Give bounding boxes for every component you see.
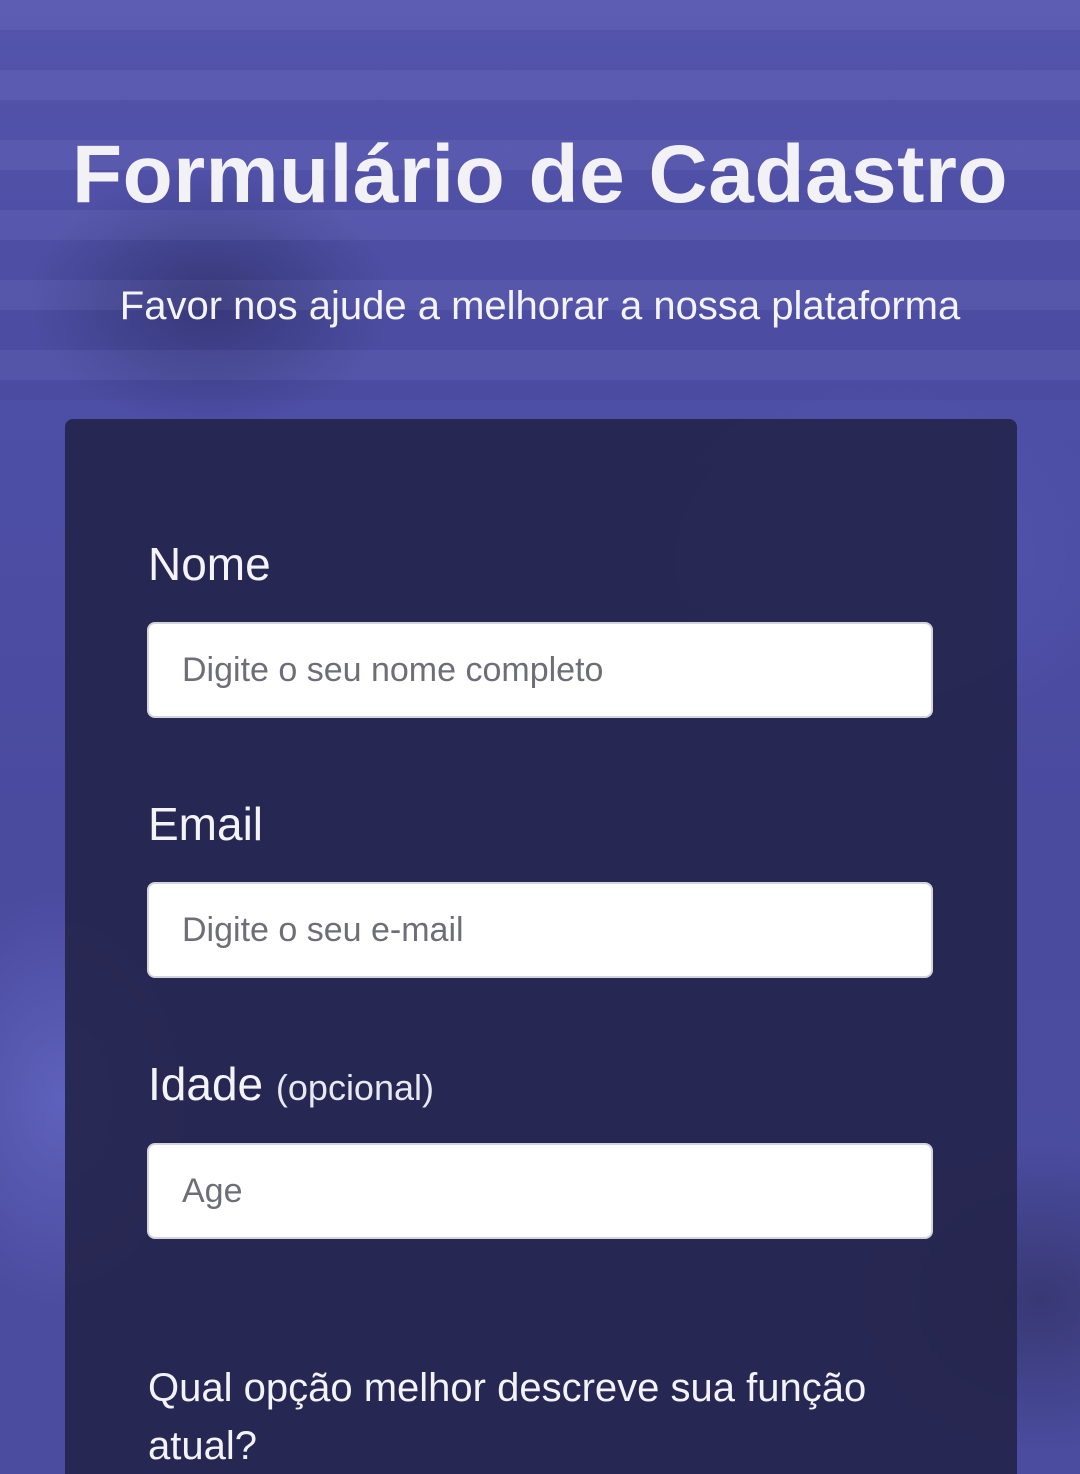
name-label: Nome: [148, 538, 271, 590]
age-label-text: Idade: [148, 1058, 264, 1110]
email-input[interactable]: [147, 882, 933, 978]
age-label: Idade (opcional): [148, 1057, 434, 1111]
survey-form: Nome Email Idade (opcional) Qual opção m…: [65, 419, 1017, 1474]
age-input[interactable]: [147, 1143, 933, 1239]
role-question-label: Qual opção melhor descreve sua função at…: [148, 1366, 867, 1468]
page-title: Formulário de Cadastro: [72, 129, 1008, 220]
email-label: Email: [148, 798, 264, 850]
name-input[interactable]: [147, 622, 933, 718]
page-subtitle: Favor nos ajude a melhorar a nossa plata…: [119, 284, 961, 328]
optional-hint: (opcional): [275, 1067, 434, 1108]
